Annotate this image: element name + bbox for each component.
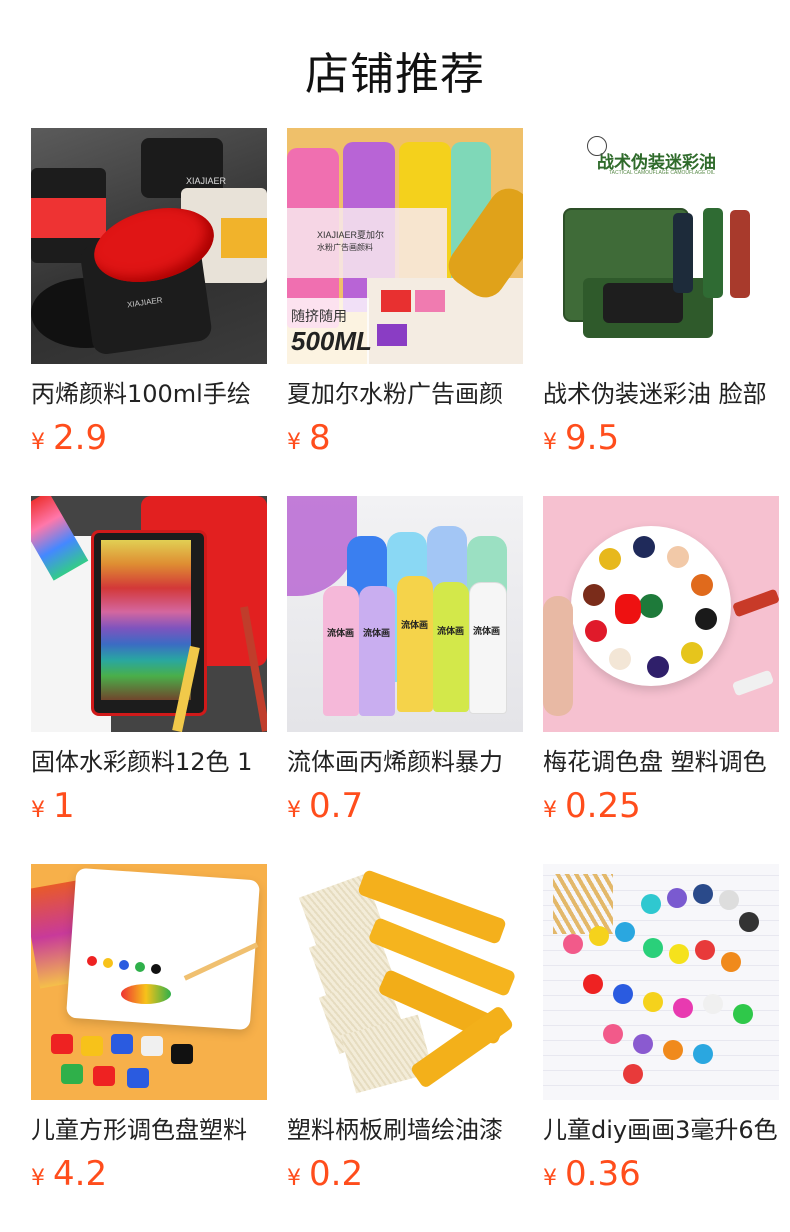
product-card[interactable]: 儿童方形调色盘塑料 ¥4.2 — [31, 864, 267, 1232]
image-text: 500ML — [291, 326, 372, 356]
solid-watercolor-set-image[interactable] — [31, 496, 267, 732]
price-value: 0.2 — [309, 1154, 364, 1194]
product-card[interactable]: 战术伪装迷彩油 TACTICAL CAMOUFLAGE CAMOUFLAGE O… — [543, 128, 779, 496]
poster-paint-bottles-image[interactable]: XIAJIAER夏加尔 水粉广告画颜料 随挤随用 500ML — [287, 128, 523, 364]
price-value: 0.25 — [565, 786, 641, 826]
image-text: XIAJIAER夏加尔 — [317, 230, 385, 240]
price-value: 0.36 — [565, 1154, 641, 1194]
price-value: 2.9 — [53, 418, 108, 458]
image-text: 水粉广告画颜料 — [317, 243, 373, 252]
product-price: ¥0.7 — [287, 784, 363, 828]
currency-symbol: ¥ — [287, 430, 301, 455]
product-name[interactable]: 丙烯颜料100ml手绘 — [31, 376, 267, 412]
product-card[interactable]: XIAJIAER夏加尔 水粉广告画颜料 随挤随用 500ML 夏加尔水粉广告画颜… — [287, 128, 523, 496]
product-card[interactable]: 流体画 流体画 流体画 流体画 流体画 流体画丙烯颜料暴力 ¥0.7 — [287, 496, 523, 864]
crosshair-icon — [587, 136, 607, 156]
currency-symbol: ¥ — [543, 430, 557, 455]
image-text: 流体画 — [473, 626, 501, 636]
currency-symbol: ¥ — [31, 798, 45, 823]
fluid-art-paint-bottles-image[interactable]: 流体画 流体画 流体画 流体画 流体画 — [287, 496, 523, 732]
product-price: ¥4.2 — [31, 1152, 107, 1196]
product-card[interactable]: 固体水彩颜料12色 1 ¥1 — [31, 496, 267, 864]
product-price: ¥0.36 — [543, 1152, 641, 1196]
product-name[interactable]: 塑料柄板刷墙绘油漆 — [287, 1112, 523, 1148]
flower-palette-image[interactable] — [543, 496, 779, 732]
product-card[interactable]: 塑料柄板刷墙绘油漆 ¥0.2 — [287, 864, 523, 1232]
plastic-handle-brushes-image[interactable] — [287, 864, 523, 1100]
product-price: ¥2.9 — [31, 416, 107, 460]
product-name[interactable]: 固体水彩颜料12色 1 — [31, 744, 267, 780]
image-text: TACTICAL CAMOUFLAGE CAMOUFLAGE OIL — [609, 170, 715, 176]
product-price: ¥0.25 — [543, 784, 641, 828]
currency-symbol: ¥ — [31, 1166, 45, 1191]
product-grid: XIAJIAER XIAJIAER 丙烯颜料100ml手绘 ¥2.9 XIAJI… — [31, 128, 779, 1232]
square-palette-image[interactable] — [31, 864, 267, 1100]
price-value: 0.7 — [309, 786, 364, 826]
product-price: ¥9.5 — [543, 416, 619, 460]
price-value: 4.2 — [53, 1154, 108, 1194]
product-name[interactable]: 儿童diy画画3毫升6色 — [543, 1112, 779, 1148]
currency-symbol: ¥ — [287, 798, 301, 823]
product-name[interactable]: 梅花调色盘 塑料调色 — [543, 744, 779, 780]
image-text: XIAJIAER — [186, 176, 227, 186]
product-card[interactable]: 梅花调色盘 塑料调色 ¥0.25 — [543, 496, 779, 864]
product-price: ¥1 — [31, 784, 75, 828]
camouflage-face-paint-image[interactable]: 战术伪装迷彩油 TACTICAL CAMOUFLAGE CAMOUFLAGE O… — [543, 128, 779, 364]
product-price: ¥0.2 — [287, 1152, 363, 1196]
image-text: 流体画 — [401, 620, 429, 630]
currency-symbol: ¥ — [543, 1166, 557, 1191]
price-value: 1 — [53, 786, 75, 826]
currency-symbol: ¥ — [287, 1166, 301, 1191]
product-card[interactable]: XIAJIAER XIAJIAER 丙烯颜料100ml手绘 ¥2.9 — [31, 128, 267, 496]
price-value: 9.5 — [565, 418, 620, 458]
currency-symbol: ¥ — [543, 798, 557, 823]
currency-symbol: ¥ — [31, 430, 45, 455]
image-text: 流体画 — [327, 628, 355, 638]
price-value: 8 — [309, 418, 331, 458]
image-text: 流体画 — [363, 628, 391, 638]
mini-paint-pots-image[interactable] — [543, 864, 779, 1100]
product-name[interactable]: 流体画丙烯颜料暴力 — [287, 744, 523, 780]
image-text: 流体画 — [437, 626, 465, 636]
product-name[interactable]: 儿童方形调色盘塑料 — [31, 1112, 267, 1148]
image-text: 随挤随用 — [291, 308, 347, 324]
product-name[interactable]: 战术伪装迷彩油 脸部 — [543, 376, 779, 412]
page-title: 店铺推荐 — [305, 49, 485, 100]
acrylic-paint-jars-image[interactable]: XIAJIAER XIAJIAER — [31, 128, 267, 364]
product-name[interactable]: 夏加尔水粉广告画颜 — [287, 376, 523, 412]
product-card[interactable]: 儿童diy画画3毫升6色 ¥0.36 — [543, 864, 779, 1232]
product-price: ¥8 — [287, 416, 331, 460]
